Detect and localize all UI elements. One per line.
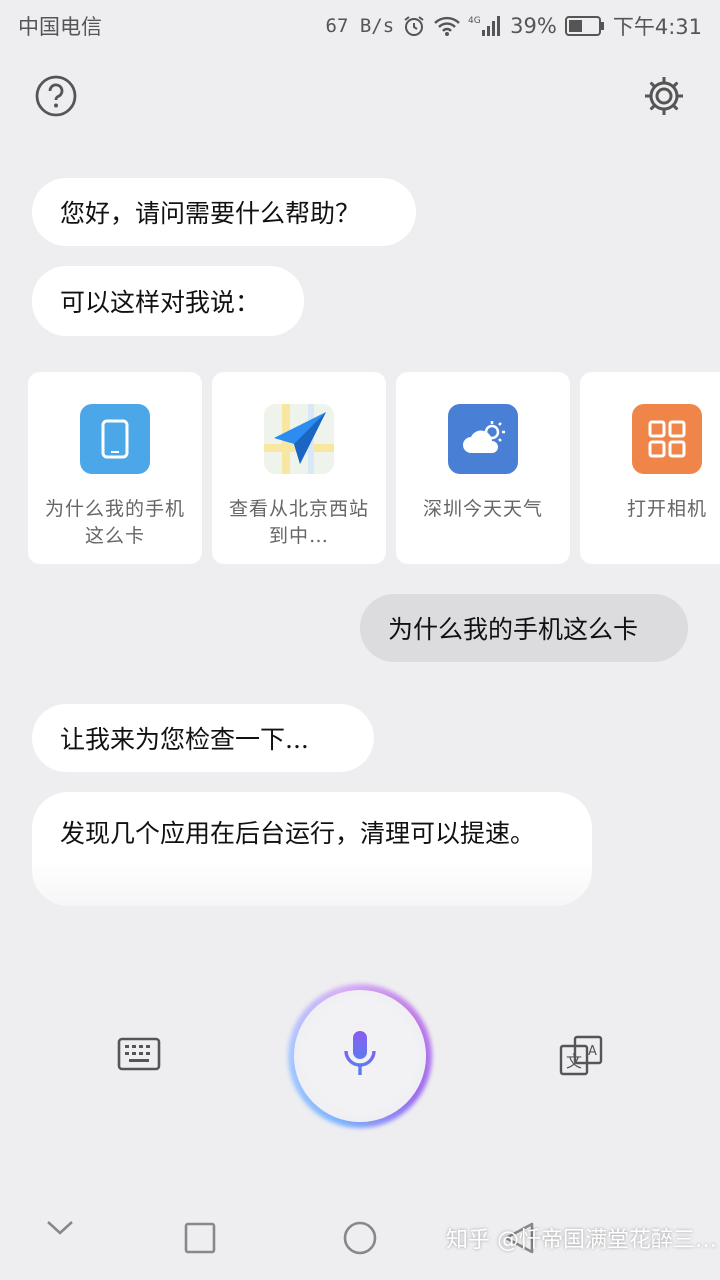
suggestion-label: 打开相机 [626,498,707,520]
suggestion-carousel[interactable]: 为什么我的手机这么卡 查看从北京西站到中… 深圳今天天气 打开相机 [28,372,720,564]
gear-icon[interactable] [642,74,686,118]
user-query-bubble: 为什么我的手机这么卡 [360,594,688,662]
assistant-reply-bubble: 发现几个应用在后台运行，清理可以提速。 [32,792,592,906]
help-circle-icon[interactable] [34,74,78,118]
alarm-icon [402,14,426,38]
battery-icon [564,15,605,37]
grid-app-icon [632,404,702,474]
svg-text:文: 文 [566,1052,582,1071]
svg-text:A: A [588,1044,597,1059]
keyboard-icon[interactable] [116,1034,162,1076]
suggestion-label: 深圳今天天气 [422,498,543,520]
net-speed: 67 B/s [325,15,395,37]
weather-icon [448,404,518,474]
assistant-greeting-bubble: 您好，请问需要什么帮助？ [32,178,416,246]
wifi-icon [434,15,460,37]
assistant-prompt-bubble: 可以这样对我说： [32,266,304,336]
suggestion-card-phone-lag[interactable]: 为什么我的手机这么卡 [28,372,202,564]
suggestion-label: 查看从北京西站到中… [228,498,369,547]
translate-icon[interactable]: 文A [558,1034,604,1078]
watermark: 知乎 @忏帝国满堂花醉三… [446,1228,717,1253]
map-navigation-icon [264,404,334,474]
back-chevron-icon[interactable] [44,1210,76,1246]
carrier-label: 中国电信 [18,15,102,39]
assistant-reply-bubble: 让我来为您检查一下... [32,704,374,772]
clock: 下午4:31 [612,15,702,39]
suggestion-card-route[interactable]: 查看从北京西站到中… [212,372,386,564]
phone-icon [80,404,150,474]
voice-input-button[interactable] [288,984,432,1128]
suggestion-label: 为什么我的手机这么卡 [44,498,185,547]
svg-text:4G: 4G [468,16,481,26]
home-circle-icon[interactable] [342,1220,378,1260]
microphone-icon [342,1029,378,1083]
suggestion-card-weather[interactable]: 深圳今天天气 [396,372,570,564]
4g-signal-icon: 4G [468,14,502,38]
status-bar: 中国电信 67 B/s 4G 39% 下午4:31 [0,0,720,52]
battery-percent: 39% [510,14,557,38]
suggestion-card-camera[interactable]: 打开相机 [580,372,720,564]
recents-square-icon[interactable] [184,1222,216,1258]
